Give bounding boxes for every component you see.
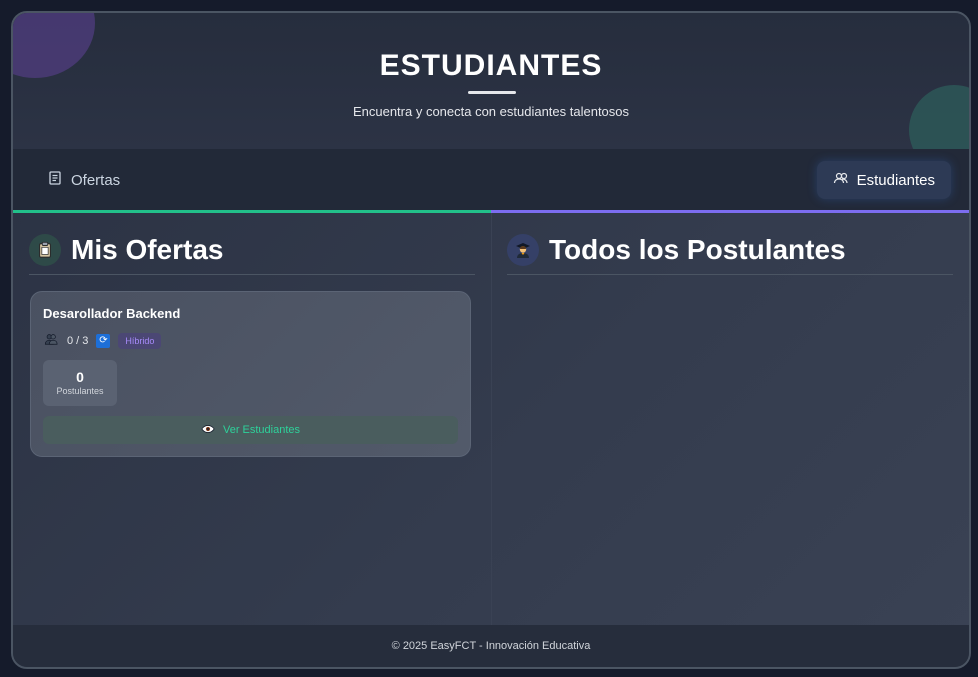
page-subtitle: Encuentra y conecta con estudiantes tale…	[352, 104, 630, 119]
view-students-button[interactable]: Ver Estudiantes	[43, 416, 458, 444]
tab-ofertas[interactable]: Ofertas	[31, 161, 136, 199]
graduate-icon	[507, 234, 539, 266]
left-panel-title: Mis Ofertas	[71, 234, 224, 265]
page-footer: © 2025 EasyFCT - Innovación Educativa	[13, 625, 969, 667]
applicants-stat: 0 Postulantes	[43, 360, 117, 406]
offer-title: Desarollador Backend	[43, 306, 181, 321]
page-header: ESTUDIANTES Encuentra y conecta con estu…	[13, 13, 969, 149]
clipboard-icon	[29, 234, 61, 266]
sync-icon: ⟳	[96, 333, 111, 348]
applicants-count: 0	[76, 369, 84, 385]
app-frame: ESTUDIANTES Encuentra y conecta con estu…	[11, 11, 971, 669]
tab-ofertas-label: Ofertas	[71, 171, 121, 189]
eye-icon	[201, 424, 215, 437]
offer-positions: 0 / 3	[67, 334, 89, 347]
left-panel-rule	[29, 274, 475, 275]
title-underline	[468, 91, 516, 94]
tab-bar: Ofertas Estudiantes	[13, 149, 969, 211]
offer-meta: 0 / 3 ⟳ Híbrido	[43, 332, 162, 349]
right-panel-accent	[491, 210, 969, 213]
view-students-label: Ver Estudiantes	[222, 424, 301, 436]
right-panel-heading: Todos los Postulantes	[507, 231, 846, 269]
panel-divider	[491, 213, 492, 627]
right-panel-title: Todos los Postulantes	[549, 234, 846, 265]
offer-card: Desarollador Backend 0 / 3 ⟳ Híbrido 0 P…	[30, 291, 471, 457]
applicants-label: Postulantes	[56, 386, 104, 396]
users-icon	[833, 170, 849, 190]
scroll-icon	[47, 170, 63, 190]
left-panel-accent	[13, 210, 491, 213]
left-panel-heading: Mis Ofertas	[29, 231, 224, 269]
offer-mode-badge: Híbrido	[118, 332, 162, 349]
tab-estudiantes-label: Estudiantes	[856, 171, 935, 189]
people-icon	[43, 332, 59, 349]
right-panel-rule	[507, 274, 953, 275]
tab-estudiantes[interactable]: Estudiantes	[816, 161, 951, 199]
page-title: ESTUDIANTES	[379, 49, 603, 82]
